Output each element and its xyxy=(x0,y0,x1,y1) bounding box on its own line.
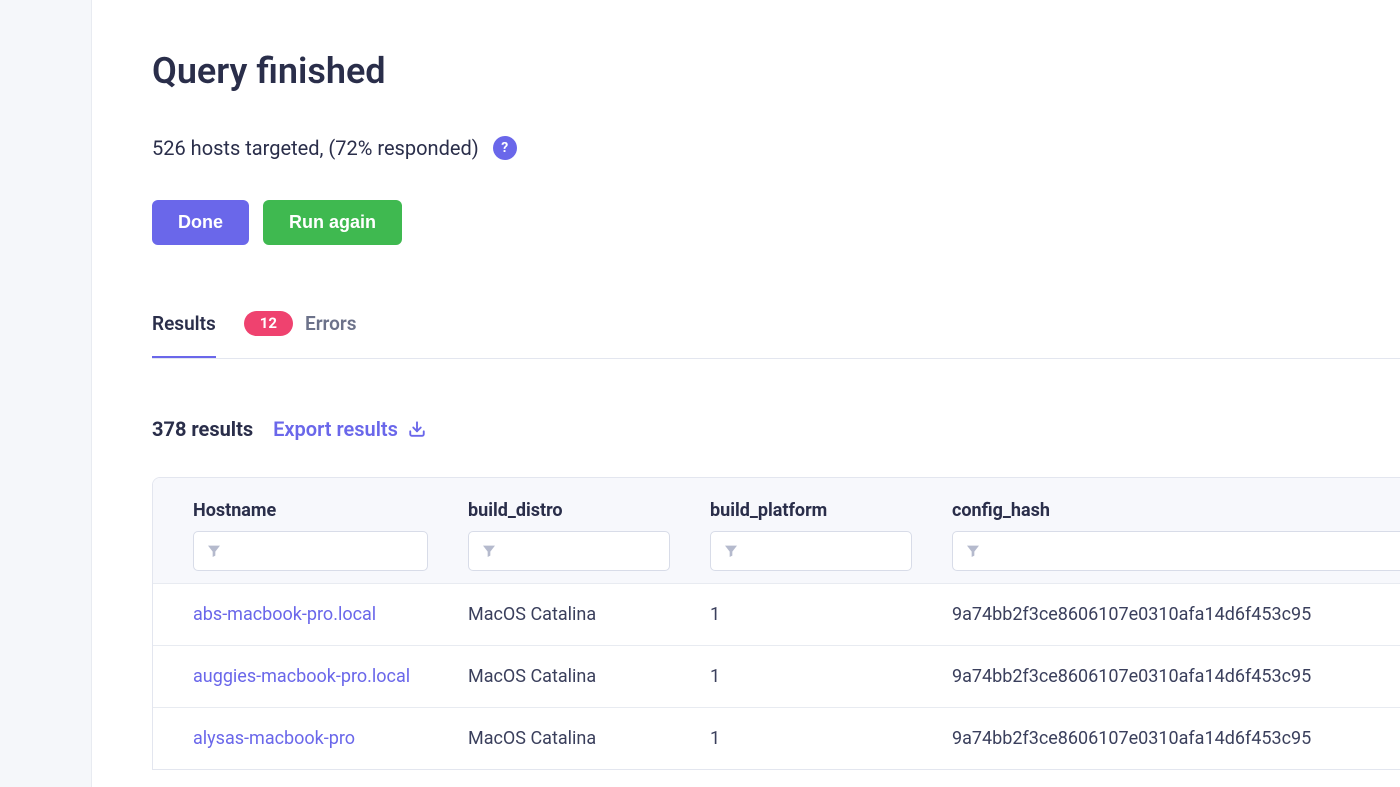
cell-build-distro: MacOS Catalina xyxy=(448,708,690,770)
filter-input-hostname[interactable] xyxy=(193,531,428,571)
main-content: Query finished 526 hosts targeted, (72% … xyxy=(92,0,1400,787)
tab-errors-label: Errors xyxy=(305,312,357,335)
table-row: alysas-macbook-pro MacOS Catalina 1 9a74… xyxy=(153,708,1400,770)
results-count: 378 results xyxy=(152,417,253,441)
cell-build-platform: 1 xyxy=(690,584,932,646)
page-title: Query finished xyxy=(152,50,1400,92)
download-icon xyxy=(408,420,426,438)
cell-config-hash: 9a74bb2f3ce8606107e0310afa14d6f453c95 xyxy=(932,584,1400,646)
export-results-label: Export results xyxy=(273,417,398,441)
filter-icon xyxy=(481,543,497,559)
hostname-link[interactable]: auggies-macbook-pro.local xyxy=(193,666,410,687)
hostname-link[interactable]: abs-macbook-pro.local xyxy=(193,604,376,625)
filter-input-build-platform[interactable] xyxy=(710,531,912,571)
table-row: auggies-macbook-pro.local MacOS Catalina… xyxy=(153,646,1400,708)
tab-errors[interactable]: 12 Errors xyxy=(244,311,357,358)
filter-icon xyxy=(723,543,739,559)
col-label: Hostname xyxy=(193,500,276,521)
help-icon[interactable]: ? xyxy=(493,136,517,160)
run-again-button[interactable]: Run again xyxy=(263,200,402,245)
cell-config-hash: 9a74bb2f3ce8606107e0310afa14d6f453c95 xyxy=(932,646,1400,708)
cell-build-platform: 1 xyxy=(690,646,932,708)
hostname-link[interactable]: alysas-macbook-pro xyxy=(193,728,355,749)
col-header-build-platform: build_platform xyxy=(690,478,932,584)
col-header-hostname: Hostname xyxy=(153,478,448,584)
col-header-build-distro: build_distro xyxy=(448,478,690,584)
results-table: Hostname build_distro buil xyxy=(153,478,1400,769)
summary-row: 526 hosts targeted, (72% responded) ? xyxy=(152,136,1400,160)
col-header-config-hash: config_hash xyxy=(932,478,1400,584)
results-meta: 378 results Export results xyxy=(152,417,1400,441)
cell-build-platform: 1 xyxy=(690,708,932,770)
export-results-link[interactable]: Export results xyxy=(273,417,426,441)
filter-icon xyxy=(206,543,222,559)
summary-text: 526 hosts targeted, (72% responded) xyxy=(152,136,479,160)
action-buttons: Done Run again xyxy=(152,200,1400,245)
cell-build-distro: MacOS Catalina xyxy=(448,584,690,646)
cell-config-hash: 9a74bb2f3ce8606107e0310afa14d6f453c95 xyxy=(932,708,1400,770)
table-row: abs-macbook-pro.local MacOS Catalina 1 9… xyxy=(153,584,1400,646)
filter-input-config-hash[interactable] xyxy=(952,531,1400,571)
col-label: build_platform xyxy=(710,500,827,521)
col-label: config_hash xyxy=(952,500,1050,521)
results-table-container: Hostname build_distro buil xyxy=(152,477,1400,770)
col-label: build_distro xyxy=(468,500,563,521)
tab-results-label: Results xyxy=(152,312,216,335)
cell-build-distro: MacOS Catalina xyxy=(448,646,690,708)
sidebar xyxy=(0,0,92,787)
tabs: Results 12 Errors xyxy=(152,311,1400,359)
tab-results[interactable]: Results xyxy=(152,312,216,357)
filter-icon xyxy=(965,543,981,559)
done-button[interactable]: Done xyxy=(152,200,249,245)
filter-input-build-distro[interactable] xyxy=(468,531,670,571)
errors-count-badge: 12 xyxy=(244,311,293,336)
